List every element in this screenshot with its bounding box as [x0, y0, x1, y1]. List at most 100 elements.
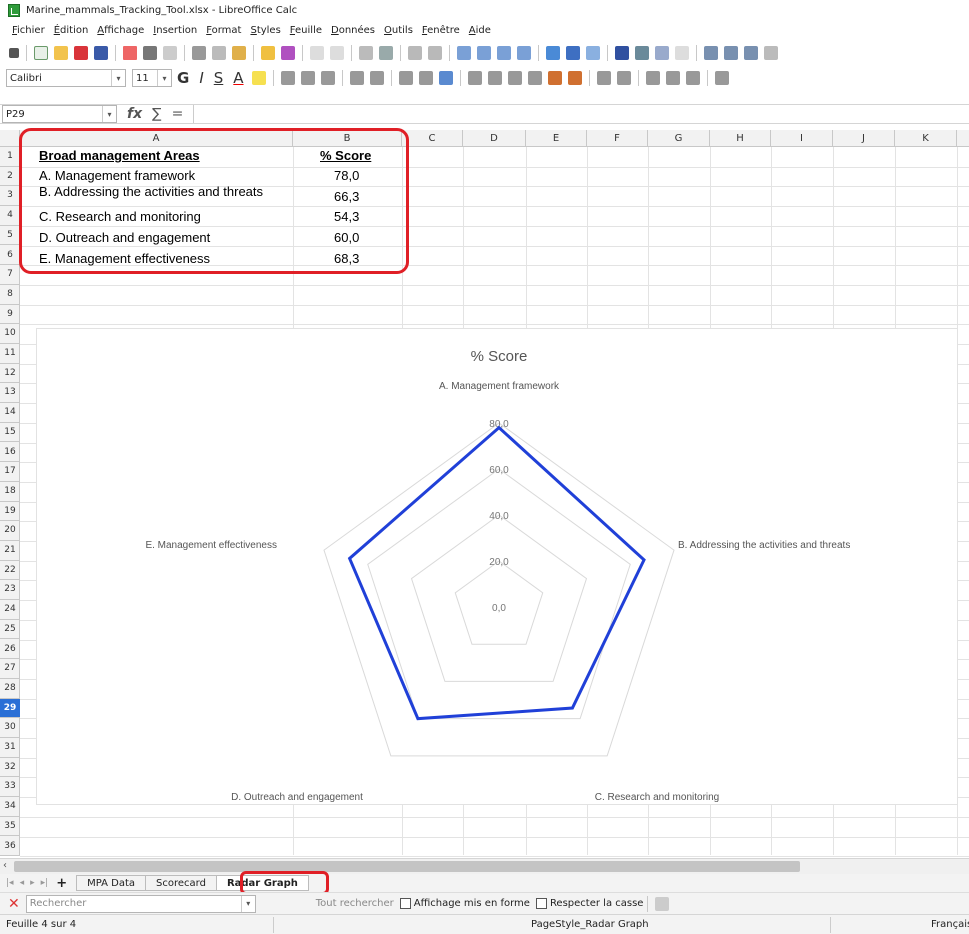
add-sheet-icon[interactable]: + — [56, 876, 67, 891]
align-left-icon[interactable] — [280, 71, 295, 85]
align-top-icon[interactable] — [398, 71, 413, 85]
language-indicator[interactable]: Français — [931, 919, 969, 930]
prev-sheet-icon[interactable]: ◂ — [20, 878, 25, 888]
row-header[interactable]: 19 — [0, 502, 20, 522]
formula-input[interactable] — [193, 105, 965, 123]
row-header[interactable]: 24 — [0, 600, 20, 620]
search-input[interactable]: Rechercher ▾ — [25, 894, 256, 913]
highlight-color-icon[interactable] — [251, 71, 266, 85]
sum-icon[interactable]: ∑ — [152, 106, 161, 122]
column-header-d[interactable]: D — [463, 130, 526, 147]
row-header[interactable]: 34 — [0, 797, 20, 817]
print-icon[interactable] — [143, 46, 157, 60]
percent-format-icon[interactable] — [487, 71, 502, 85]
cut-icon[interactable] — [192, 46, 206, 60]
row-header[interactable]: 31 — [0, 738, 20, 758]
row-header[interactable]: 23 — [0, 580, 20, 601]
headers-footers-icon[interactable] — [675, 46, 689, 60]
sheet-tab-scorecard[interactable]: Scorecard — [145, 875, 217, 891]
spelling-icon[interactable] — [379, 46, 393, 60]
row-header[interactable]: 26 — [0, 640, 20, 660]
row-header[interactable]: 21 — [0, 541, 20, 561]
row-header[interactable]: 15 — [0, 423, 20, 443]
chevron-down-icon[interactable]: ▾ — [157, 70, 171, 86]
row-header[interactable]: 32 — [0, 758, 20, 778]
freeze-rows-icon[interactable] — [724, 46, 738, 60]
column-header-j[interactable]: J — [833, 130, 895, 147]
column-header-e[interactable]: E — [526, 130, 587, 147]
menu-edition[interactable]: Édition — [54, 25, 89, 36]
row-header[interactable]: 25 — [0, 620, 20, 640]
close-icon[interactable]: ✕ — [8, 896, 20, 912]
clear-formatting-icon[interactable] — [281, 46, 295, 60]
hyperlink-icon[interactable] — [635, 46, 649, 60]
borders-icon[interactable] — [645, 71, 660, 85]
paste-icon[interactable] — [232, 46, 246, 60]
open-folder-icon[interactable] — [54, 46, 68, 60]
formatted-display-checkbox[interactable] — [399, 898, 411, 909]
row-header[interactable]: 30 — [0, 718, 20, 738]
first-sheet-icon[interactable]: |◂ — [6, 878, 14, 888]
page-style[interactable]: PageStyle_Radar Graph — [531, 919, 649, 930]
sort-icon[interactable] — [457, 46, 471, 60]
radar-chart[interactable]: % Score 0,0 20,0 40,0 60,0 80,0 A. Management … — [36, 328, 958, 805]
undo-icon[interactable] — [310, 46, 324, 60]
row-header[interactable]: 6 — [0, 246, 20, 266]
column-header-f[interactable]: F — [587, 130, 648, 147]
row-icon[interactable] — [408, 46, 422, 60]
show-draw-functions-icon[interactable] — [764, 46, 778, 60]
menu-affichage[interactable]: Affichage — [97, 25, 144, 36]
save-icon[interactable] — [74, 46, 88, 60]
border-color-icon[interactable] — [685, 71, 700, 85]
row-header[interactable]: 4 — [0, 206, 20, 226]
formula-icon[interactable]: = — [172, 106, 184, 122]
sheet-tab-mpa-data[interactable]: MPA Data — [76, 875, 147, 891]
wrap-text-icon[interactable] — [349, 71, 364, 85]
find-replace-icon[interactable] — [359, 46, 373, 60]
export-icon[interactable] — [94, 46, 108, 60]
last-sheet-icon[interactable]: ▸| — [41, 878, 49, 888]
scroll-left-icon[interactable]: ‹ — [3, 860, 7, 871]
row-header[interactable]: 10 — [0, 324, 20, 344]
row-header[interactable]: 22 — [0, 561, 20, 581]
align-right-icon[interactable] — [320, 71, 335, 85]
row-header[interactable]: 8 — [0, 285, 20, 305]
row-header[interactable]: 27 — [0, 659, 20, 679]
menu-feuille[interactable]: Feuille — [290, 25, 322, 36]
row-header[interactable]: 1 — [0, 147, 20, 167]
center-vertically-icon[interactable] — [418, 71, 433, 85]
menu-format[interactable]: Format — [206, 25, 241, 36]
conditional-format-icon[interactable] — [714, 71, 729, 85]
column-header-k[interactable]: K — [895, 130, 957, 147]
underline-button[interactable]: S — [214, 69, 224, 87]
font-color-button[interactable]: A — [233, 69, 243, 87]
menu-donnees[interactable]: Données — [331, 25, 375, 36]
row-header[interactable]: 28 — [0, 679, 20, 699]
match-case-checkbox[interactable] — [535, 898, 547, 909]
border-style-icon[interactable] — [665, 71, 680, 85]
row-header[interactable]: 3 — [0, 186, 20, 207]
currency-format-icon[interactable] — [467, 71, 482, 85]
row-header[interactable]: 2 — [0, 167, 20, 187]
insert-chart-icon[interactable] — [566, 46, 580, 60]
print-preview-icon[interactable] — [163, 46, 177, 60]
row-header[interactable]: 17 — [0, 462, 20, 482]
date-format-icon[interactable] — [527, 71, 542, 85]
new-document-icon[interactable] — [34, 46, 48, 60]
add-decimal-icon[interactable] — [547, 71, 562, 85]
row-header[interactable]: 9 — [0, 305, 20, 325]
sort-ascending-icon[interactable] — [477, 46, 491, 60]
row-header[interactable]: 12 — [0, 364, 20, 384]
insert-image-icon[interactable] — [546, 46, 560, 60]
chevron-down-icon[interactable]: ▾ — [111, 70, 125, 86]
menu-fenetre[interactable]: Fenêtre — [422, 25, 460, 36]
row-header[interactable]: 33 — [0, 777, 20, 798]
redo-icon[interactable] — [330, 46, 344, 60]
pivot-table-icon[interactable] — [586, 46, 600, 60]
split-window-icon[interactable] — [744, 46, 758, 60]
menu-aide[interactable]: Aide — [469, 25, 491, 36]
special-character-icon[interactable] — [615, 46, 629, 60]
row-header[interactable]: 7 — [0, 265, 20, 285]
font-name-box[interactable]: Calibri ▾ — [6, 69, 126, 87]
number-format-icon[interactable] — [507, 71, 522, 85]
